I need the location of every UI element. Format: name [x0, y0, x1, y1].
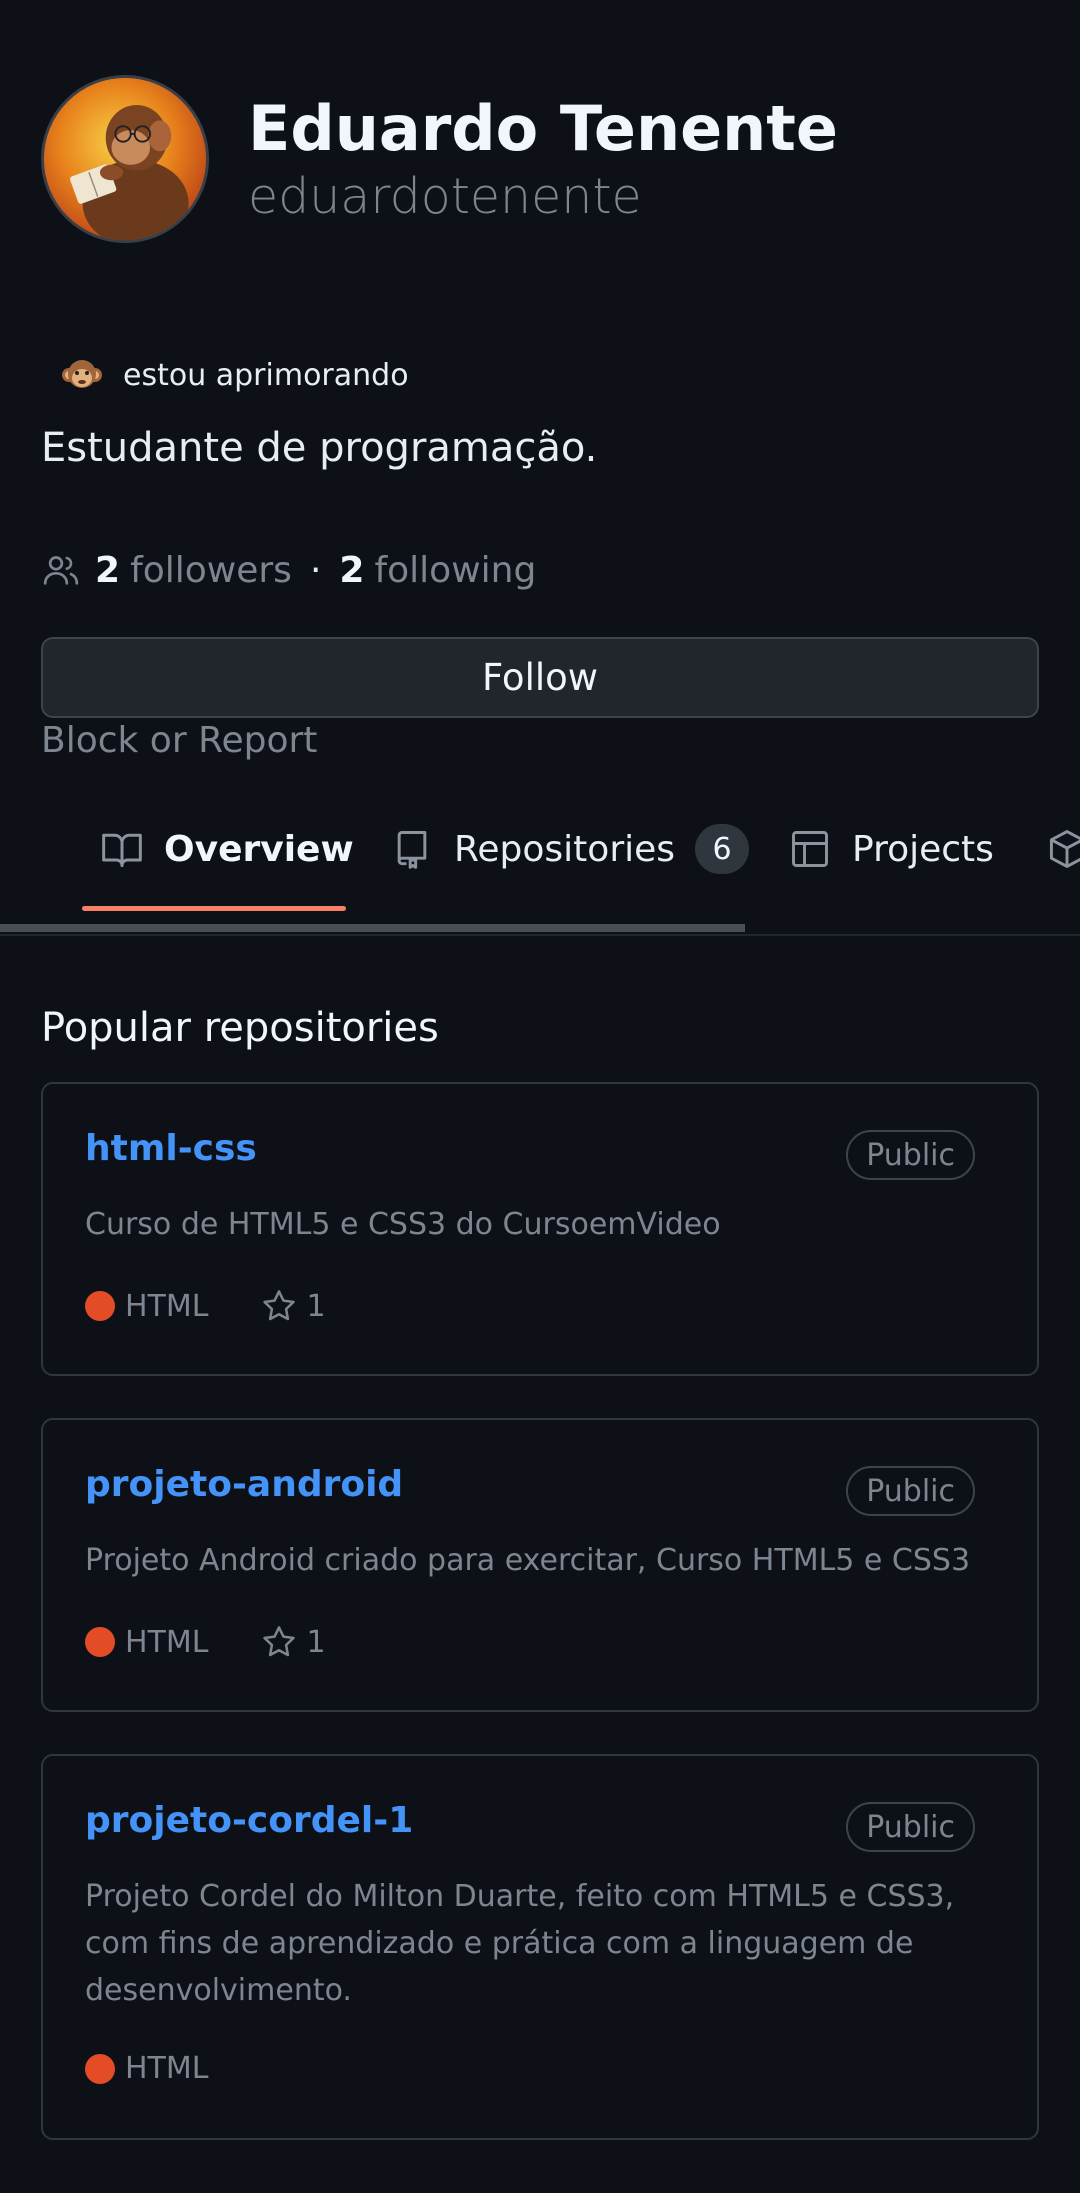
repo-name-link[interactable]: projeto-android [85, 1464, 403, 1505]
tab-overview[interactable]: Overview [100, 790, 354, 908]
repo-name-link[interactable]: html-css [85, 1128, 257, 1169]
tab-packages[interactable] [1045, 790, 1080, 908]
repo-language: HTML [125, 1624, 209, 1660]
tabs-scrollbar[interactable] [0, 924, 745, 932]
language-color-dot [85, 2053, 115, 2084]
tab-overview-label: Overview [164, 828, 354, 870]
visibility-badge: Public [846, 1466, 975, 1516]
repo-meta: HTML [85, 2051, 208, 2086]
repo-card: projeto-android Public Projeto Android c… [41, 1418, 1039, 1712]
book-icon [102, 833, 142, 867]
followers-count[interactable]: 2 [95, 550, 120, 591]
bio: Estudante de programação. [41, 425, 598, 471]
repo-language: HTML [125, 2051, 209, 2086]
table-icon [792, 831, 828, 867]
language-color-dot [85, 1291, 115, 1321]
tab-projects[interactable]: Projects [788, 790, 994, 908]
repo-name-link[interactable]: projeto-cordel-1 [85, 1800, 413, 1841]
following-link[interactable]: following [374, 550, 536, 591]
repo-stars[interactable]: 1 [306, 1625, 325, 1660]
repo-description: Projeto Cordel do Milton Duarte, feito c… [85, 1879, 955, 2008]
repo-card: html-css Public Curso de HTML5 e CSS3 do… [41, 1082, 1039, 1376]
star-icon[interactable] [260, 1623, 298, 1661]
repo-description: Curso de HTML5 e CSS3 do CursoemVideo [85, 1207, 721, 1242]
followers-link[interactable]: followers [130, 550, 292, 591]
repo-card: projeto-cordel-1 Public Projeto Cordel d… [41, 1754, 1039, 2140]
profile-tabs: Overview Repositories 6 Projects [0, 790, 1080, 936]
display-name: Eduardo Tenente [248, 92, 838, 165]
popular-repositories-title: Popular repositories [41, 1005, 439, 1051]
username: eduardotenente [248, 168, 642, 225]
follow-button[interactable]: Follow [41, 637, 1039, 718]
repositories-count-badge: 6 [695, 824, 750, 874]
repo-meta: HTML 1 [85, 1623, 326, 1661]
repo-meta: HTML 1 [85, 1287, 326, 1325]
follow-stats: 2 followers · 2 following [41, 545, 536, 595]
repo-language: HTML [125, 1288, 209, 1324]
visibility-badge: Public [846, 1802, 975, 1852]
block-or-report-link[interactable]: Block or Report [41, 720, 317, 761]
people-icon [43, 556, 79, 585]
star-icon[interactable] [260, 1287, 298, 1325]
monkey-face-icon [62, 360, 102, 388]
profile-page: Eduardo Tenente eduardotenente estou apr… [0, 0, 1080, 2193]
monkey-reading-avatar-icon [44, 78, 206, 240]
package-icon [1049, 830, 1080, 868]
language-color-dot [85, 1627, 115, 1657]
tab-repositories[interactable]: Repositories 6 [390, 790, 750, 908]
active-tab-indicator [82, 906, 346, 911]
visibility-badge: Public [846, 1130, 975, 1180]
following-count[interactable]: 2 [339, 550, 364, 591]
user-status[interactable]: estou aprimorando [41, 350, 409, 400]
repo-description: Projeto Android criado para exercitar, C… [85, 1543, 971, 1578]
repo-icon [397, 831, 427, 869]
tab-projects-label: Projects [852, 828, 994, 870]
avatar[interactable] [41, 75, 209, 243]
tab-repositories-label: Repositories [454, 828, 676, 870]
separator-dot: · [309, 549, 322, 591]
repo-stars[interactable]: 1 [306, 1289, 325, 1324]
status-text: estou aprimorando [123, 357, 409, 393]
